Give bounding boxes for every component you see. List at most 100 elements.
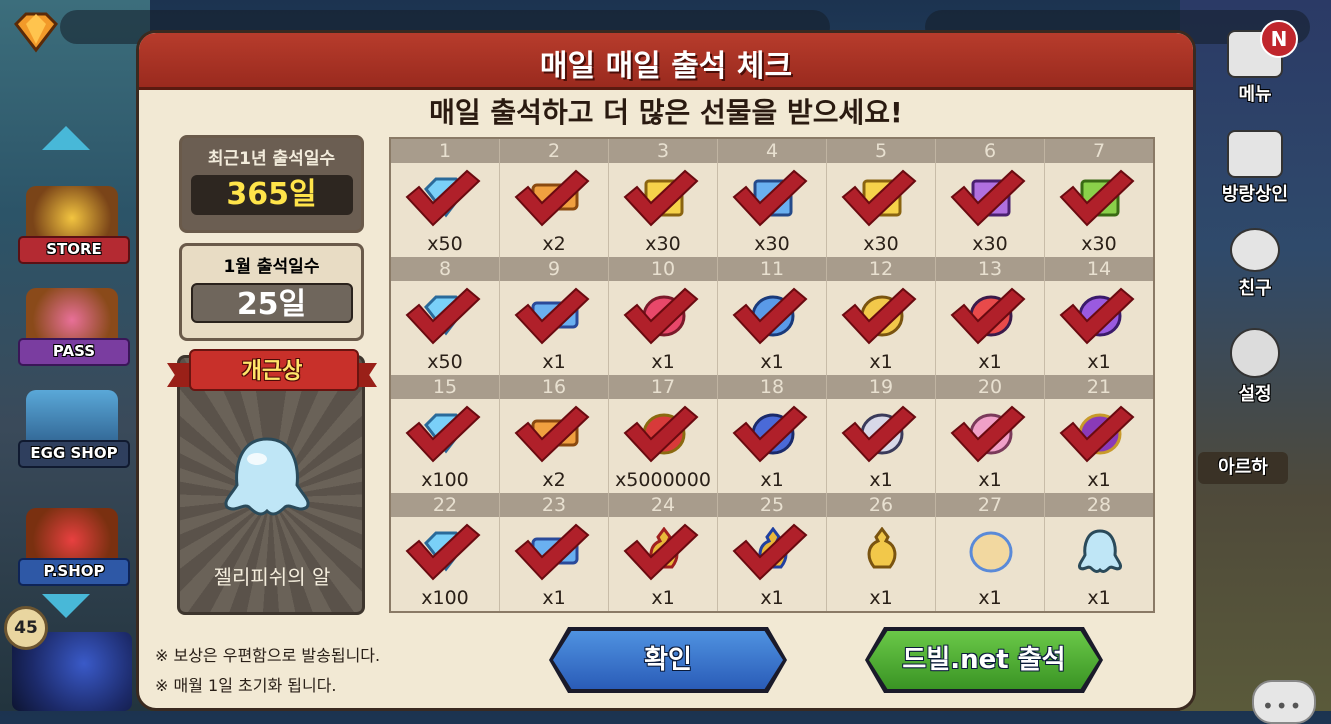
gear-icon [1230,328,1280,378]
perfect-attendance-ribbon: 개근상 [167,349,377,393]
scroll-up-arrow-icon[interactable] [42,126,90,150]
reward-cell[interactable]: x2 [500,399,609,493]
reward-cell[interactable]: x100 [391,399,500,493]
reward-cell[interactable]: x1 [936,281,1045,375]
day-number: 6 [936,139,1045,163]
p-shop-label: P.SHOP [18,558,130,586]
yearly-attendance-value: 365일 [190,175,353,215]
day-number: 12 [827,257,936,281]
reward-cell[interactable]: x50 [391,281,500,375]
reward-cell[interactable]: x30 [936,163,1045,257]
checkmark-icon [405,169,481,227]
reward-cell[interactable]: x1 [827,399,936,493]
reward-cell[interactable]: x1 [827,517,936,611]
reward-cell[interactable]: x30 [1045,163,1153,257]
side-item-store[interactable]: STORE [10,186,134,268]
reward-cell[interactable]: x30 [609,163,718,257]
side-item-p-shop[interactable]: P.SHOP [10,508,134,590]
reward-quantity: x1 [869,469,893,491]
attendance-week: 8 9 10 11 12 13 14 x50 x1 x1 x1 x1 x1 x1 [391,257,1153,375]
reward-cell[interactable]: x1 [827,281,936,375]
reward-quantity: x30 [863,233,899,255]
day-number: 3 [609,139,718,163]
jellyfish-egg-icon [1078,529,1122,573]
reward-cell[interactable]: x5000000 [609,399,718,493]
checkmark-icon [405,523,481,581]
gem-icon[interactable] [8,10,64,54]
checkmark-icon [623,287,699,345]
dialog-header: 매일 매일 출석 체크 [139,33,1193,90]
reward-quantity: x30 [1081,233,1117,255]
checkmark-icon [841,405,917,463]
day-number: 28 [1086,494,1112,516]
settings-button[interactable]: 설정 [1215,328,1295,406]
reward-cell[interactable]: x1 [500,281,609,375]
reward-quantity: x1 [978,587,1002,609]
reward-quantity: x1 [651,351,675,373]
reward-cell[interactable]: x1 [609,517,718,611]
friends-label: 친구 [1238,278,1272,299]
day-number: 22 [391,493,500,517]
reward-cell[interactable]: x1 [718,399,827,493]
reward-cell[interactable]: x1 [609,281,718,375]
reward-cell[interactable]: x1 [1045,399,1153,493]
day-number: 27 [936,493,1045,517]
reward-cell[interactable]: x2 [500,163,609,257]
day-number: 16 [500,375,609,399]
reward-quantity: x1 [978,351,1002,373]
monthly-attendance-label: 1월 출석일수 [223,257,320,277]
day-number: 2 [500,139,609,163]
attendance-grid: 1 2 3 4 5 6 7 x50 x2 x30 x30 x30 x30 x30 8 9 10 11 12 13 14 x… [389,137,1155,613]
reward-quantity: x50 [427,233,463,255]
reward-cell[interactable]: x1 [718,517,827,611]
checkmark-icon [1059,287,1135,345]
merchant-button[interactable]: 방랑상인 [1215,130,1295,206]
checkmark-icon [1059,405,1135,463]
side-item-pass[interactable]: PASS [10,288,134,370]
crown-egg-icon [969,531,1013,573]
reward-quantity: x30 [645,233,681,255]
egg-shop-label: EGG SHOP [18,440,130,468]
character-name-tag[interactable]: 아르하 [1198,452,1288,484]
note-reset: ※ 매월 1일 초기화 됩니다. [155,676,337,695]
note-mailbox: ※ 보상은 우편함으로 발송됩니다. [155,646,381,665]
reward-cell[interactable]: x100 [391,517,500,611]
day-number: 13 [936,257,1045,281]
reward-quantity: x100 [421,469,469,491]
day-number: 4 [718,139,827,163]
reward-quantity: x1 [760,587,784,609]
reward-quantity: x1 [760,351,784,373]
reward-cell[interactable]: x30 [827,163,936,257]
reward-quantity: x5000000 [615,469,711,491]
golden-urn-icon [867,527,897,569]
friends-button[interactable]: 친구 [1215,228,1295,300]
reward-row: x100 x1 x1 x1 x1 x1 x1 [391,517,1153,611]
reward-cell[interactable]: x50 [391,163,500,257]
reward-cell[interactable]: x1 [500,517,609,611]
reward-cell[interactable]: x1 [718,281,827,375]
reward-row: x50 x1 x1 x1 x1 x1 x1 [391,281,1153,375]
checkmark-icon [623,169,699,227]
reward-quantity: x30 [972,233,1008,255]
dvil-attendance-button[interactable]: 드빌.net 출석 [865,627,1103,693]
day-number-row: 123456 7 [391,139,1153,163]
reward-cell[interactable]: x1 [1045,517,1153,611]
checkmark-icon [950,287,1026,345]
reward-row: x50 x2 x30 x30 x30 x30 x30 [391,163,1153,257]
side-item-egg-shop[interactable]: EGG SHOP [10,390,134,472]
day-number: 8 [391,257,500,281]
scroll-down-arrow-icon[interactable] [42,594,90,618]
day-number: 25 [718,493,827,517]
checkmark-icon [623,405,699,463]
checkmark-icon [732,405,808,463]
checkmark-icon [514,287,590,345]
reward-cell[interactable]: x1 [936,399,1045,493]
attendance-week: 22 23 24 25 26 27 28 x100 x1 x1 x1 x1 x1 x1 [391,493,1153,611]
confirm-button[interactable]: 확인 [549,627,787,693]
day-number: 7 [1092,140,1106,162]
reward-quantity: x2 [542,233,566,255]
reward-cell[interactable]: x1 [936,517,1045,611]
reward-cell[interactable]: x1 [1045,281,1153,375]
reward-cell[interactable]: x30 [718,163,827,257]
day-number-row: 22 23 24 25 26 27 28 [391,493,1153,517]
